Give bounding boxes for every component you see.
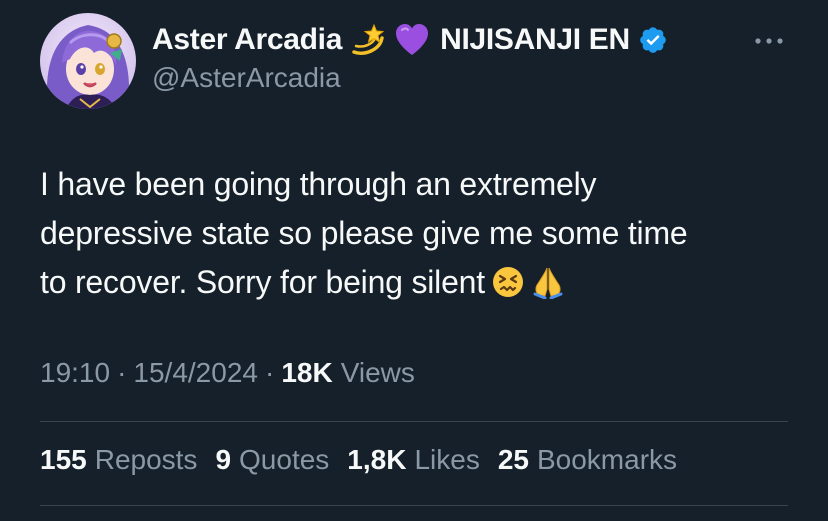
meta-separator: · bbox=[117, 357, 127, 388]
quotes-label: Quotes bbox=[239, 444, 330, 475]
likes-label: Likes bbox=[414, 444, 480, 475]
more-dots-icon bbox=[755, 38, 783, 44]
author-display-name[interactable]: Aster Arcadia bbox=[152, 23, 342, 57]
engagement-stats: 155 Reposts 9 Quotes 1,8K Likes 25 Bookm… bbox=[40, 444, 695, 476]
quotes-stat[interactable]: 9 Quotes bbox=[215, 444, 329, 476]
views-label[interactable]: Views bbox=[341, 357, 415, 389]
bookmarks-label: Bookmarks bbox=[536, 444, 678, 475]
author-name-row[interactable]: Aster Arcadia NIJISANJI EN bbox=[152, 20, 668, 60]
tweet-text-line: I have been going through an extremely bbox=[40, 166, 597, 202]
verified-badge-icon[interactable] bbox=[638, 25, 668, 55]
bookmarks-count: 25 bbox=[497, 444, 529, 475]
reposts-count: 155 bbox=[40, 444, 87, 475]
folded-hands-icon bbox=[531, 265, 565, 299]
tweet-text: I have been going through an extremely d… bbox=[40, 160, 800, 307]
reposts-label: Reposts bbox=[94, 444, 198, 475]
tweet-text-line-last: to recover. Sorry for being silent bbox=[40, 258, 800, 307]
more-options-button[interactable] bbox=[752, 26, 786, 56]
author-affiliation: NIJISANJI EN bbox=[440, 23, 630, 56]
author-handle[interactable]: @AsterArcadia bbox=[152, 62, 341, 94]
avatar[interactable] bbox=[40, 13, 136, 109]
meta-separator: · bbox=[264, 357, 275, 388]
tweet-meta: 19:10 · 15/4/2024 · 18K Views bbox=[40, 357, 415, 389]
bookmarks-stat[interactable]: 25 Bookmarks bbox=[498, 444, 677, 476]
views-count[interactable]: 18K bbox=[281, 357, 332, 389]
purple-heart-icon bbox=[394, 22, 430, 58]
dizzy-icon bbox=[350, 22, 386, 58]
divider bbox=[40, 421, 788, 422]
tweet-card: Aster Arcadia NIJISANJI EN @AsterArcadia bbox=[0, 0, 828, 521]
reposts-stat[interactable]: 155 Reposts bbox=[40, 444, 197, 476]
likes-count: 1,8K bbox=[347, 444, 407, 475]
confounded-face-icon bbox=[491, 265, 525, 299]
quotes-count: 9 bbox=[215, 444, 232, 475]
tweet-text-line: depressive state so please give me some … bbox=[40, 215, 688, 251]
likes-stat[interactable]: 1,8K Likes bbox=[347, 444, 480, 476]
divider bbox=[40, 505, 788, 506]
tweet-date[interactable]: 15/4/2024 bbox=[133, 357, 258, 389]
tweet-text-line: to recover. Sorry for being silent bbox=[40, 264, 485, 300]
tweet-time[interactable]: 19:10 bbox=[40, 357, 110, 389]
